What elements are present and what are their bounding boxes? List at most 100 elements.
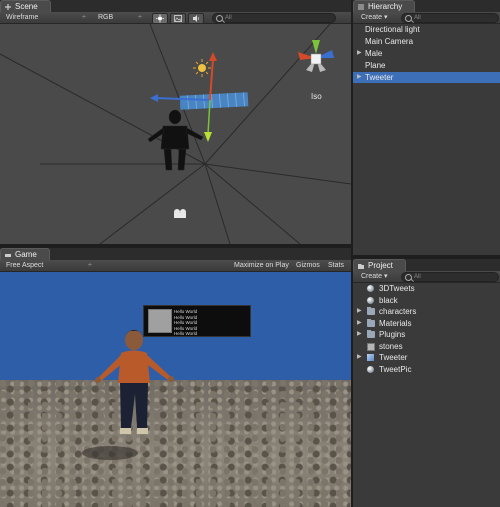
project-panel: Project Create ▾ All 3DTweets black ▶ chara… <box>353 259 500 507</box>
scene-orientation-gizmo[interactable] <box>292 36 340 80</box>
hierarchy-item-label: Male <box>365 49 383 58</box>
hierarchy-toolbar: Create ▾ All <box>353 12 500 24</box>
game-tab-icon <box>5 254 11 257</box>
game-panel: Game Free Aspect ÷ Maximize on Play Gizm… <box>0 248 351 507</box>
gizmos-toggle[interactable]: Gizmos <box>296 260 320 271</box>
scene-tab-label: Scene <box>15 2 38 11</box>
hierarchy-item[interactable]: Directional light <box>353 24 500 35</box>
folder-icon <box>367 318 375 327</box>
hierarchy-item-label: Plane <box>365 61 386 70</box>
project-item[interactable]: ▶ Tweeter <box>353 352 500 363</box>
render-mode-chevron-icon[interactable]: ÷ <box>82 12 86 23</box>
hierarchy-panel: Hierarchy Create ▾ All Directional light… <box>353 0 500 255</box>
scene-search-placeholder: All <box>225 15 232 21</box>
project-item-label: Plugins <box>379 330 406 339</box>
hierarchy-item-label: Tweeter <box>365 73 394 82</box>
scene-search-input[interactable]: All <box>212 13 336 23</box>
scene-toolbar: Wireframe ÷ RGB ÷ All <box>0 12 351 24</box>
character-model <box>82 330 174 460</box>
project-item[interactable]: black <box>353 295 500 306</box>
scene-tab-row: Scene <box>0 0 351 13</box>
search-icon <box>405 274 412 281</box>
sphere-icon <box>367 285 374 292</box>
hierarchy-tab-label: Hierarchy <box>368 2 403 11</box>
hierarchy-item-label: Main Camera <box>365 37 414 46</box>
color-mode-dropdown[interactable]: RGB <box>98 12 113 23</box>
projection-label[interactable]: Iso <box>311 92 322 101</box>
aspect-value: Free Aspect <box>6 262 44 269</box>
project-item-label: Materials <box>379 318 412 328</box>
camera-gizmo-icon <box>174 209 186 218</box>
project-search-input[interactable]: All <box>401 272 499 282</box>
render-mode-dropdown[interactable]: Wireframe <box>6 12 38 23</box>
hierarchy-item[interactable]: ▶ Tweeter <box>353 72 500 83</box>
search-icon <box>216 15 223 22</box>
folder-icon <box>367 330 375 338</box>
sphere-icon <box>367 296 374 304</box>
scene-viewport[interactable]: Iso <box>0 24 351 244</box>
project-item-label: Tweeter <box>379 353 408 362</box>
expand-arrow-icon[interactable]: ▶ <box>357 306 362 317</box>
aspect-chevron-icon[interactable]: ÷ <box>88 260 92 271</box>
search-icon <box>405 15 412 22</box>
project-item[interactable]: TweetPic <box>353 364 500 375</box>
sun-icon <box>156 14 164 23</box>
color-mode-chevron-icon[interactable]: ÷ <box>138 12 142 23</box>
project-search-placeholder: All <box>414 274 421 280</box>
expand-arrow-icon[interactable]: ▶ <box>357 48 362 59</box>
maximize-on-play-label: Maximize on Play <box>234 262 289 269</box>
game-tab-row: Game <box>0 248 351 261</box>
hierarchy-search-placeholder: All <box>414 15 421 21</box>
lighting-toggle-button[interactable] <box>152 13 168 24</box>
render-mode-value: Wireframe <box>6 14 39 21</box>
maximize-on-play-toggle[interactable]: Maximize on Play <box>234 260 289 271</box>
project-tab-icon <box>358 264 364 269</box>
game-viewport[interactable]: Hello World Hello World Hello World Hello W… <box>0 272 351 507</box>
hierarchy-tab-icon <box>358 4 364 10</box>
scene-image-toggle-button[interactable] <box>170 13 186 24</box>
sphere-icon <box>367 365 374 373</box>
scene-tab-icon <box>5 4 11 10</box>
hierarchy-item[interactable]: Plane <box>353 60 500 71</box>
audio-toggle-button[interactable] <box>188 13 204 24</box>
image-icon <box>174 15 182 22</box>
project-create-dropdown[interactable]: Create ▾ <box>361 271 387 282</box>
aspect-dropdown[interactable]: Free Aspect <box>6 260 43 271</box>
color-mode-value: RGB <box>98 14 114 21</box>
project-tab-label: Project <box>368 261 393 270</box>
hierarchy-search-input[interactable]: All <box>401 13 499 23</box>
project-tab-row: Project <box>353 259 500 272</box>
project-item-label: stones <box>379 341 403 351</box>
hierarchy-create-dropdown[interactable]: Create ▾ <box>361 12 387 23</box>
project-create-label: Create <box>361 273 383 280</box>
project-item[interactable]: ▶ Plugins <box>353 329 500 340</box>
tweet-line: Hello World <box>174 309 198 314</box>
prefab-icon <box>367 354 374 361</box>
stats-label: Stats <box>328 262 344 269</box>
project-item-label: characters <box>379 307 417 316</box>
project-item[interactable]: ▶ characters <box>353 306 500 317</box>
character-wireframe <box>147 109 204 171</box>
speaker-icon <box>193 15 199 22</box>
project-item[interactable]: stones <box>353 341 500 352</box>
directional-light-icon <box>193 59 211 77</box>
hierarchy-create-label: Create <box>361 14 383 21</box>
hierarchy-item[interactable]: ▶ Male <box>353 48 500 59</box>
scene-panel: Scene Wireframe ÷ RGB ÷ All Iso <box>0 0 351 244</box>
texture-icon <box>367 342 375 351</box>
game-tab-label: Game <box>15 250 37 259</box>
hierarchy-item-label: Directional light <box>365 25 420 34</box>
expand-arrow-icon[interactable]: ▶ <box>357 318 362 329</box>
game-toolbar: Free Aspect ÷ Maximize on Play Gizmos St… <box>0 260 351 272</box>
hierarchy-tab-row: Hierarchy <box>353 0 500 13</box>
project-item-label: TweetPic <box>379 364 412 374</box>
expand-arrow-icon[interactable]: ▶ <box>357 352 362 363</box>
project-item[interactable]: 3DTweets <box>353 283 500 294</box>
stats-toggle[interactable]: Stats <box>328 260 344 271</box>
expand-arrow-icon[interactable]: ▶ <box>357 329 362 340</box>
project-item[interactable]: ▶ Materials <box>353 318 500 329</box>
gizmos-label: Gizmos <box>296 262 320 269</box>
expand-arrow-icon[interactable]: ▶ <box>357 72 362 83</box>
project-item-label: black <box>379 295 398 305</box>
hierarchy-item[interactable]: Main Camera <box>353 36 500 47</box>
